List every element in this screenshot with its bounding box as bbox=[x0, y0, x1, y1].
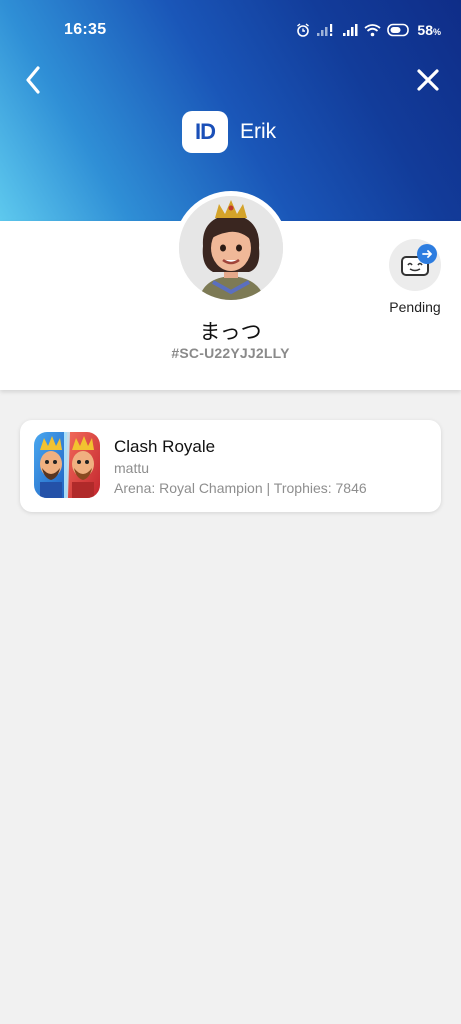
game-card-clash-royale[interactable]: Clash Royale mattu Arena: Royal Champion… bbox=[20, 420, 441, 512]
brand-logo: ID Erik bbox=[182, 111, 276, 153]
wifi-icon bbox=[364, 23, 381, 37]
status-time: 16:35 bbox=[64, 21, 107, 38]
alarm-icon bbox=[296, 23, 310, 37]
supercell-id: #SC-U22YJJ2LLY bbox=[171, 345, 290, 361]
signal-icon bbox=[316, 23, 336, 37]
battery-icon bbox=[387, 23, 411, 37]
display-name: まっつ bbox=[199, 320, 262, 344]
status-bar: 16:35 58% bbox=[0, 0, 461, 60]
pending-friend-request-button[interactable]: Pending bbox=[385, 239, 445, 315]
princess-avatar-icon bbox=[179, 196, 283, 300]
game-player-name: mattu bbox=[114, 460, 150, 476]
header-banner: 16:35 58% ID Erik bbox=[0, 0, 461, 221]
chevron-left-icon bbox=[25, 65, 41, 99]
signal-icon bbox=[342, 23, 358, 37]
clash-royale-icon bbox=[34, 432, 100, 498]
avatar bbox=[174, 191, 288, 305]
close-icon bbox=[416, 68, 440, 97]
game-stats: Arena: Royal Champion | Trophies: 7846 bbox=[114, 480, 367, 496]
close-button[interactable] bbox=[413, 64, 443, 100]
pending-label: Pending bbox=[389, 299, 441, 315]
brand-name: Erik bbox=[240, 120, 277, 143]
friend-request-icon bbox=[389, 239, 441, 291]
battery-percent: 58% bbox=[417, 22, 441, 38]
status-icons: 58% bbox=[296, 20, 441, 40]
back-button[interactable] bbox=[18, 64, 48, 100]
game-title: Clash Royale bbox=[114, 437, 216, 456]
id-badge: ID bbox=[182, 111, 228, 153]
arrow-right-icon bbox=[417, 244, 437, 264]
